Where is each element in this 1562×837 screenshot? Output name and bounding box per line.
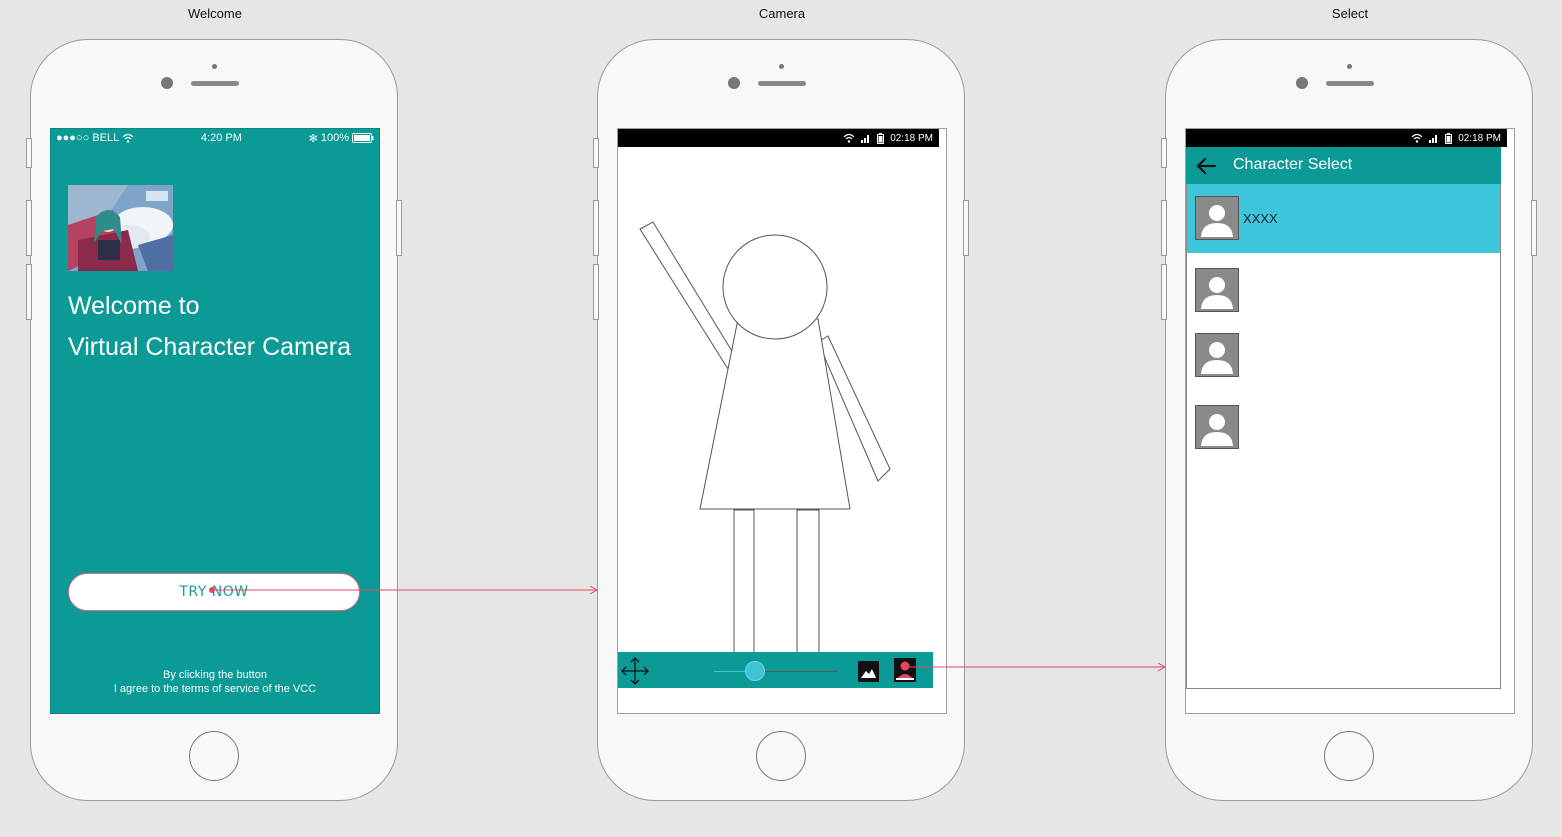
figure-head (722, 234, 828, 340)
volume-up-button (1161, 200, 1167, 256)
anime-cover-image (68, 185, 173, 271)
figure-left-leg (733, 509, 755, 654)
try-now-button[interactable]: TRY NOW (68, 573, 360, 611)
mute-switch (26, 138, 32, 168)
front-camera (1296, 77, 1308, 89)
earpiece-speaker (758, 81, 806, 86)
phone-welcome: ●●●○○ BELL 4:20 PM ✻ 100% Welcome to Vir… (26, 39, 402, 801)
avatar (1195, 196, 1239, 240)
status-time: 4:20 PM (200, 132, 242, 144)
home-button[interactable] (756, 731, 806, 781)
front-camera (728, 77, 740, 89)
person-icon (1201, 277, 1233, 309)
move-arrows-icon[interactable] (620, 656, 650, 686)
page-title: Character Select (1233, 156, 1353, 173)
image-icon[interactable] (858, 661, 879, 682)
earpiece-speaker (191, 81, 239, 86)
list-item[interactable] (1187, 401, 1500, 453)
welcome-screen: ●●●○○ BELL 4:20 PM ✻ 100% Welcome to Vir… (50, 128, 380, 714)
volume-down-button (593, 264, 599, 320)
terms-notice: By clicking the button I agree to the te… (51, 668, 379, 696)
proximity-sensor (779, 64, 784, 69)
person-icon[interactable] (894, 658, 916, 682)
volume-down-button (1161, 264, 1167, 320)
camera-screen: 02:18 PM (617, 128, 947, 714)
power-button (396, 200, 402, 256)
list-item[interactable] (1187, 264, 1500, 316)
character-figure (639, 221, 891, 654)
wifi-icon (1411, 133, 1423, 143)
phone-camera: 02:18 PM (593, 39, 969, 801)
battery-area: ✻ 100% (309, 132, 374, 145)
bluetooth-icon: ✻ (308, 132, 318, 145)
android-status-bar: 02:18 PM (1186, 129, 1507, 147)
welcome-heading-line1: Welcome to (68, 292, 200, 320)
volume-down-button (26, 264, 32, 320)
slider-knob[interactable] (744, 661, 765, 681)
select-screen: 02:18 PM Character Select XXXX (1185, 128, 1515, 714)
screen-title-camera: Camera (758, 6, 806, 21)
power-button (1531, 200, 1537, 256)
list-item[interactable]: XXXX (1187, 184, 1500, 253)
home-button[interactable] (1324, 731, 1374, 781)
home-button[interactable] (189, 731, 239, 781)
phone-select: 02:18 PM Character Select XXXX (1161, 39, 1537, 801)
camera-toolbar (618, 652, 933, 688)
figure-right-leg (796, 509, 820, 654)
mute-switch (593, 138, 599, 168)
person-icon (1201, 414, 1233, 446)
avatar (1195, 268, 1239, 312)
earpiece-speaker (1326, 81, 1374, 86)
proximity-sensor (212, 64, 217, 69)
proximity-sensor (1347, 64, 1352, 69)
avatar (1195, 405, 1239, 449)
terms-line1: By clicking the button (163, 669, 267, 681)
terms-line2: I agree to the terms of service of the V… (113, 683, 317, 695)
figure-body (699, 318, 851, 510)
volume-up-button (26, 200, 32, 256)
screen-title-welcome: Welcome (188, 6, 242, 21)
status-time: 02:18 PM (1458, 132, 1501, 144)
person-icon (1201, 205, 1233, 237)
character-name: XXXX (1243, 211, 1278, 226)
mute-switch (1161, 138, 1167, 168)
power-button (963, 200, 969, 256)
signal-icon (1429, 135, 1438, 143)
character-list: XXXX (1186, 184, 1501, 689)
volume-up-button (593, 200, 599, 256)
person-icon (1201, 342, 1233, 374)
ios-status-bar: ●●●○○ BELL 4:20 PM ✻ 100% (51, 129, 379, 147)
battery-icon (351, 133, 374, 143)
select-app-bar: Character Select (1186, 147, 1501, 184)
avatar (1195, 333, 1239, 377)
welcome-heading-line2: Virtual Character Camera (68, 333, 351, 361)
battery-icon (1445, 132, 1453, 144)
front-camera (161, 77, 173, 89)
arrow-left-icon[interactable] (1194, 154, 1218, 178)
carrier-signal: ●●●○○ BELL (56, 132, 134, 144)
screen-title-select: Select (1331, 6, 1369, 21)
wifi-icon (122, 133, 134, 143)
list-item[interactable] (1187, 329, 1500, 381)
